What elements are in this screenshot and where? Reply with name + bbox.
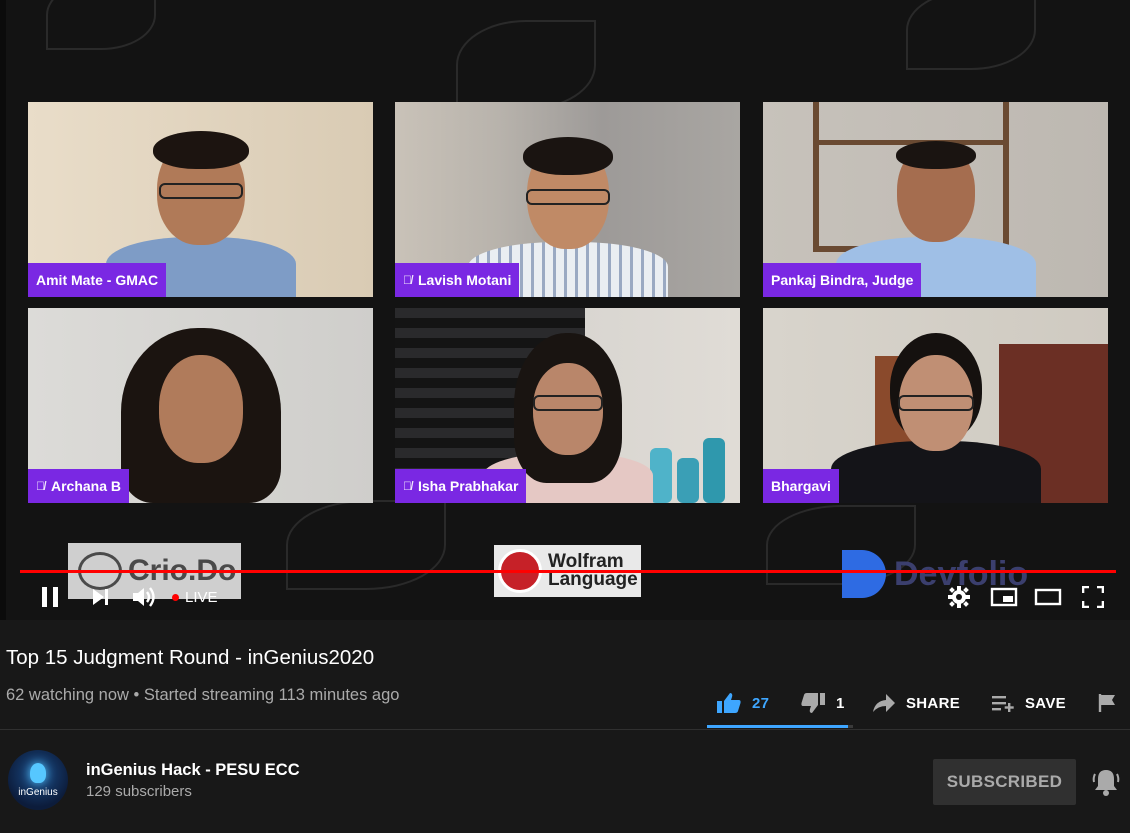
participant-tile: Amit Mate - GMAC xyxy=(28,102,373,297)
flag-icon xyxy=(1098,694,1115,712)
save-playlist-icon xyxy=(992,696,1014,712)
participant-nametag: Amit Mate - GMAC xyxy=(28,263,167,297)
fullscreen-icon[interactable] xyxy=(1078,578,1108,616)
participant-nametag: Bhargavi xyxy=(763,469,839,503)
participant-nametag: 🎙̸ Isha Prabhakar xyxy=(395,469,527,503)
participant-tile: Pankaj Bindra, Judge xyxy=(763,102,1108,297)
like-ratio-fill xyxy=(707,725,848,728)
volume-icon[interactable] xyxy=(128,578,160,616)
pause-icon[interactable] xyxy=(34,578,66,616)
participant-tile: 🎙̸ Lavish Motani xyxy=(395,102,740,297)
bell-icon[interactable] xyxy=(1090,766,1122,798)
lightbulb-icon xyxy=(30,762,46,783)
subscribed-button[interactable]: SUBSCRIBED xyxy=(933,759,1076,805)
subscriber-count: 129 subscribers xyxy=(86,783,192,800)
mic-off-icon: 🎙̸ xyxy=(403,273,412,287)
participant-nametag: 🎙̸ Archana B xyxy=(28,469,130,503)
channel-avatar[interactable]: inGenius xyxy=(8,750,68,810)
video-title: Top 15 Judgment Round - inGenius2020 xyxy=(6,646,375,669)
live-dot-icon xyxy=(172,593,179,601)
divider xyxy=(0,729,1130,730)
participant-tile: 🎙̸ Isha Prabhakar xyxy=(395,308,740,503)
participant-tile: 🎙̸ Archana B xyxy=(28,308,373,503)
theater-icon[interactable] xyxy=(1032,578,1064,616)
report-button[interactable] xyxy=(1098,688,1118,718)
next-icon[interactable] xyxy=(86,578,116,616)
share-button[interactable]: SHARE xyxy=(872,688,960,718)
share-icon xyxy=(873,694,895,712)
view-meta: 62 watching now • Started streaming 113 … xyxy=(6,686,400,704)
thumbs-up-icon xyxy=(717,693,741,713)
live-indicator[interactable]: LIVE xyxy=(172,578,218,616)
player-controls: LIVE xyxy=(0,578,1130,616)
participant-nametag: Pankaj Bindra, Judge xyxy=(763,263,922,297)
video-player[interactable]: Amit Mate - GMAC 🎙̸ Lavish Motani Pankaj… xyxy=(0,0,1130,620)
progress-bar[interactable] xyxy=(20,570,1116,573)
channel-name[interactable]: inGenius Hack - PESU ECC xyxy=(86,761,300,780)
mic-off-icon: 🎙̸ xyxy=(403,479,412,493)
mic-off-icon: 🎙̸ xyxy=(36,479,45,493)
save-button[interactable]: SAVE xyxy=(991,688,1066,718)
settings-icon[interactable] xyxy=(944,578,974,616)
like-button[interactable]: 27 xyxy=(716,688,769,718)
miniplayer-icon[interactable] xyxy=(988,578,1020,616)
dislike-button[interactable]: 1 xyxy=(800,688,845,718)
participant-tile: Bhargavi xyxy=(763,308,1108,503)
participant-nametag: 🎙̸ Lavish Motani xyxy=(395,263,520,297)
thumbs-down-icon xyxy=(801,693,825,713)
like-ratio-bar xyxy=(707,725,853,728)
